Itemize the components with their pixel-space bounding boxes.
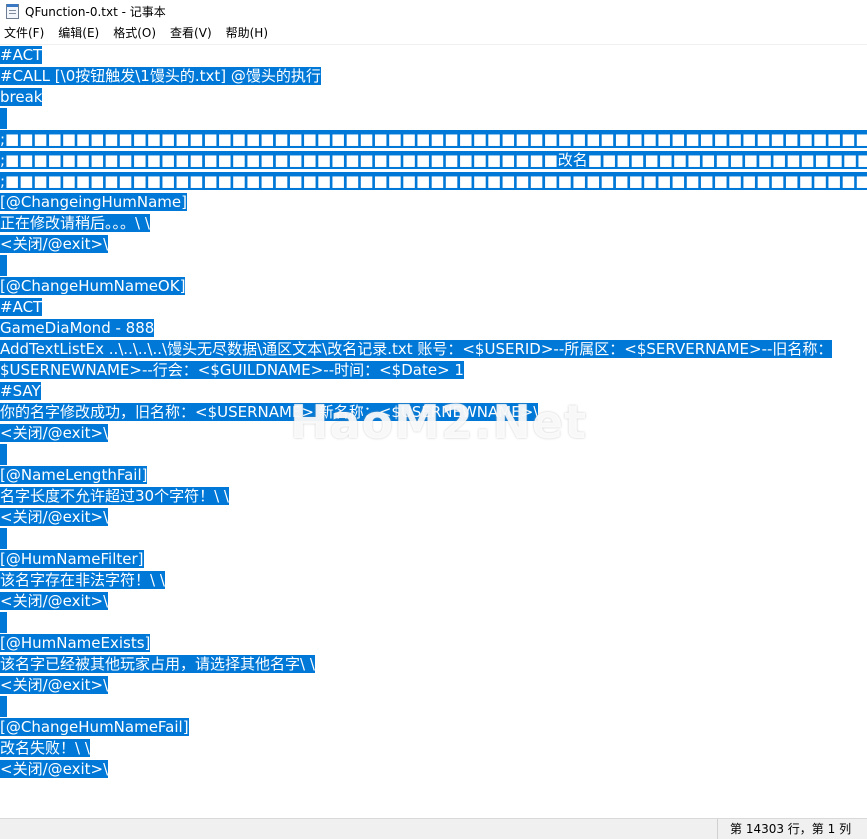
selected-text bbox=[0, 612, 7, 633]
text-line: ;■■■■■■■■■■■■■■■■■■■■■■■■■■■■■■■■■■■■■■■… bbox=[0, 150, 867, 171]
selected-text: 名字长度不允许超过30个字符！\ \ bbox=[0, 487, 229, 505]
selected-text: [@ChangeHumNameOK] bbox=[0, 277, 186, 295]
selected-text: ;■■■■■■■■■■■■■■■■■■■■■■■■■■■■■■■■■■■■■■■… bbox=[0, 151, 867, 169]
selected-text: #ACT bbox=[0, 298, 43, 316]
text-line: <关闭/@exit>\ bbox=[0, 675, 867, 696]
selected-text: #CALL [\0按钮触发\1馒头的.txt] @馒头的执行 bbox=[0, 67, 321, 85]
text-line: [@ChangeHumNameOK] bbox=[0, 276, 867, 297]
menu-view[interactable]: 查看(V) bbox=[166, 22, 218, 44]
text-line bbox=[0, 528, 867, 549]
text-line: #CALL [\0按钮触发\1馒头的.txt] @馒头的执行 bbox=[0, 66, 867, 87]
selected-text: <关闭/@exit>\ bbox=[0, 592, 109, 610]
cursor-position: 第 14303 行，第 1 列 bbox=[717, 819, 851, 839]
text-line: ;■■■■■■■■■■■■■■■■■■■■■■■■■■■■■■■■■■■■■■■… bbox=[0, 129, 867, 150]
selected-text: ;■■■■■■■■■■■■■■■■■■■■■■■■■■■■■■■■■■■■■■■… bbox=[0, 130, 867, 148]
text-line bbox=[0, 696, 867, 717]
selected-text: <关闭/@exit>\ bbox=[0, 424, 109, 442]
selected-text: [@HumNameExists] bbox=[0, 634, 151, 652]
text-line: break bbox=[0, 87, 867, 108]
text-line bbox=[0, 255, 867, 276]
text-line: 改名失败！\ \ bbox=[0, 738, 867, 759]
selected-text bbox=[0, 444, 7, 465]
selected-text: 该名字已经被其他玩家占用，请选择其他名字\ \ bbox=[0, 655, 315, 673]
text-line: 你的名字修改成功，旧名称：<$USERNAME> 新名称：<$USERNEWNA… bbox=[0, 402, 867, 423]
text-line: 该名字存在非法字符！\ \ bbox=[0, 570, 867, 591]
notepad-icon bbox=[6, 3, 19, 19]
selected-text: ;■■■■■■■■■■■■■■■■■■■■■■■■■■■■■■■■■■■■■■■… bbox=[0, 172, 867, 190]
text-line: $USERNEWNAME>--行会：<$GUILDNAME>--时间：<$Dat… bbox=[0, 360, 867, 381]
text-line: [@ChangeingHumName] bbox=[0, 192, 867, 213]
selected-text: #ACT bbox=[0, 46, 43, 64]
text-line: 名字长度不允许超过30个字符！\ \ bbox=[0, 486, 867, 507]
selected-text: <关闭/@exit>\ bbox=[0, 760, 109, 778]
selected-text bbox=[0, 255, 7, 276]
selected-text: [@NameLengthFail] bbox=[0, 466, 148, 484]
menu-file[interactable]: 文件(F) bbox=[0, 22, 50, 44]
selected-text bbox=[0, 108, 7, 129]
selected-text: [@HumNameFilter] bbox=[0, 550, 144, 568]
text-line: [@HumNameFilter] bbox=[0, 549, 867, 570]
selected-text: break bbox=[0, 88, 43, 106]
text-line: 该名字已经被其他玩家占用，请选择其他名字\ \ bbox=[0, 654, 867, 675]
menu-format[interactable]: 格式(O) bbox=[109, 22, 162, 44]
menu-help[interactable]: 帮助(H) bbox=[222, 22, 274, 44]
menu-edit[interactable]: 编辑(E) bbox=[54, 22, 105, 44]
title-bar: QFunction-0.txt - 记事本 bbox=[0, 0, 867, 22]
text-line: #SAY bbox=[0, 381, 867, 402]
text-line: <关闭/@exit>\ bbox=[0, 591, 867, 612]
selected-text: #SAY bbox=[0, 382, 41, 400]
text-line: <关闭/@exit>\ bbox=[0, 234, 867, 255]
text-line: GameDiaMond - 888 bbox=[0, 318, 867, 339]
selected-text: AddTextListEx ..\..\..\..\馒头无尽数据\通区文本\改名… bbox=[0, 340, 833, 358]
text-line: #ACT bbox=[0, 297, 867, 318]
window-title: QFunction-0.txt - 记事本 bbox=[25, 4, 166, 19]
text-editor-area[interactable]: #ACT #CALL [\0按钮触发\1馒头的.txt] @馒头的执行 break;… bbox=[0, 45, 867, 818]
selected-text: GameDiaMond - 888 bbox=[0, 319, 155, 337]
selected-text: [@ChangeingHumName] bbox=[0, 193, 187, 211]
selected-text: 你的名字修改成功，旧名称：<$USERNAME> 新名称：<$USERNEWNA… bbox=[0, 403, 539, 421]
selected-text bbox=[0, 528, 7, 549]
text-line: [@ChangeHumNameFail] bbox=[0, 717, 867, 738]
text-line bbox=[0, 108, 867, 129]
text-line bbox=[0, 444, 867, 465]
text-line bbox=[0, 612, 867, 633]
selected-text bbox=[0, 696, 7, 717]
selected-text: $USERNEWNAME>--行会：<$GUILDNAME>--时间：<$Dat… bbox=[0, 361, 464, 379]
text-line: #ACT bbox=[0, 45, 867, 66]
text-line: [@NameLengthFail] bbox=[0, 465, 867, 486]
menu-bar: 文件(F) 编辑(E) 格式(O) 查看(V) 帮助(H) bbox=[0, 22, 867, 45]
text-line: AddTextListEx ..\..\..\..\馒头无尽数据\通区文本\改名… bbox=[0, 339, 867, 360]
selected-text: <关闭/@exit>\ bbox=[0, 676, 109, 694]
text-line: <关闭/@exit>\ bbox=[0, 423, 867, 444]
selected-text: [@ChangeHumNameFail] bbox=[0, 718, 189, 736]
selected-text: 正在修改请稍后。。。\ \ bbox=[0, 214, 150, 232]
text-line: 正在修改请稍后。。。\ \ bbox=[0, 213, 867, 234]
text-line: <关闭/@exit>\ bbox=[0, 507, 867, 528]
text-line: <关闭/@exit>\ bbox=[0, 759, 867, 780]
selected-text: 该名字存在非法字符！\ \ bbox=[0, 571, 165, 589]
text-line: ;■■■■■■■■■■■■■■■■■■■■■■■■■■■■■■■■■■■■■■■… bbox=[0, 171, 867, 192]
selected-text: 改名失败！\ \ bbox=[0, 739, 90, 757]
status-bar: 第 14303 行，第 1 列 bbox=[0, 818, 867, 839]
selected-text: <关闭/@exit>\ bbox=[0, 508, 109, 526]
text-line: [@HumNameExists] bbox=[0, 633, 867, 654]
selected-text: <关闭/@exit>\ bbox=[0, 235, 109, 253]
